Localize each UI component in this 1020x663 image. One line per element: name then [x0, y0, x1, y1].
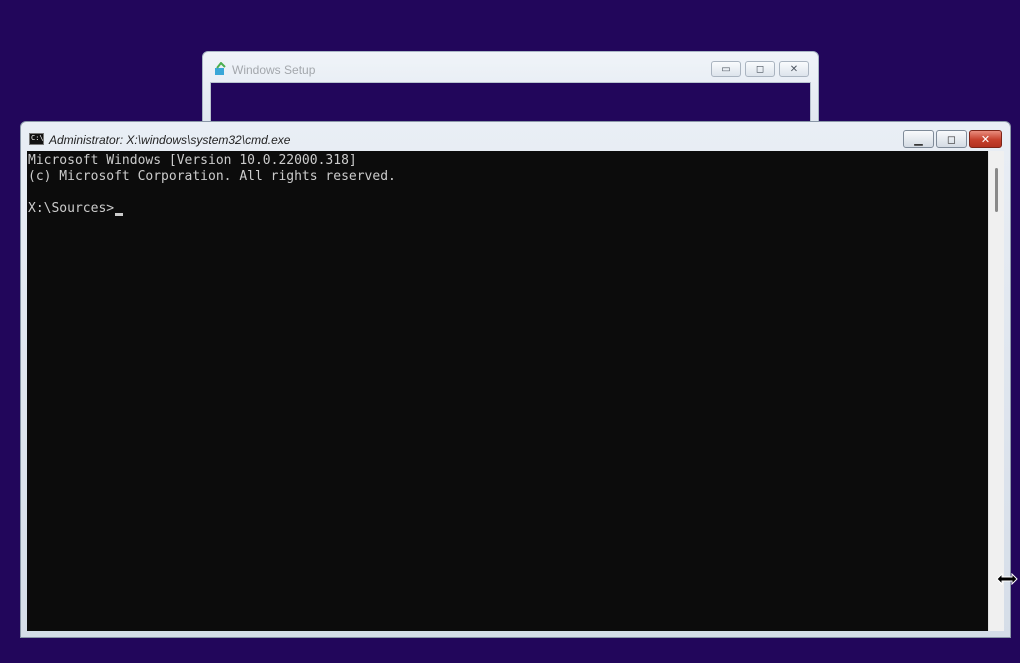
resize-cursor-icon: [996, 573, 1018, 585]
console-line: (c) Microsoft Corporation. All rights re…: [28, 169, 396, 184]
text-cursor: [115, 213, 124, 216]
setup-minimize-button[interactable]: ▭: [711, 61, 741, 77]
cmd-close-button[interactable]: ✕: [969, 130, 1002, 148]
setup-window-title: Windows Setup: [232, 63, 316, 77]
setup-close-button[interactable]: ✕: [779, 61, 809, 77]
console-line: Microsoft Windows [Version 10.0.22000.31…: [28, 153, 357, 168]
cmd-maximize-button[interactable]: ◻: [936, 130, 967, 148]
console-prompt-line: X:\Sources>: [28, 201, 988, 217]
setup-maximize-button[interactable]: ◻: [745, 61, 775, 77]
console-output[interactable]: Microsoft Windows [Version 10.0.22000.31…: [27, 151, 988, 631]
scrollbar-thumb[interactable]: [995, 168, 998, 212]
cmd-window[interactable]: C:\ Administrator: X:\windows\system32\c…: [20, 121, 1011, 638]
cmd-icon: C:\: [29, 133, 44, 145]
vertical-scrollbar[interactable]: [988, 151, 1004, 631]
windows-setup-window[interactable]: Windows Setup ▭ ◻ ✕: [202, 51, 819, 131]
cmd-minimize-button[interactable]: ▁: [903, 130, 934, 148]
console-prompt: X:\Sources>: [28, 201, 115, 216]
setup-icon: [215, 62, 226, 75]
cmd-window-title: Administrator: X:\windows\system32\cmd.e…: [49, 133, 291, 147]
